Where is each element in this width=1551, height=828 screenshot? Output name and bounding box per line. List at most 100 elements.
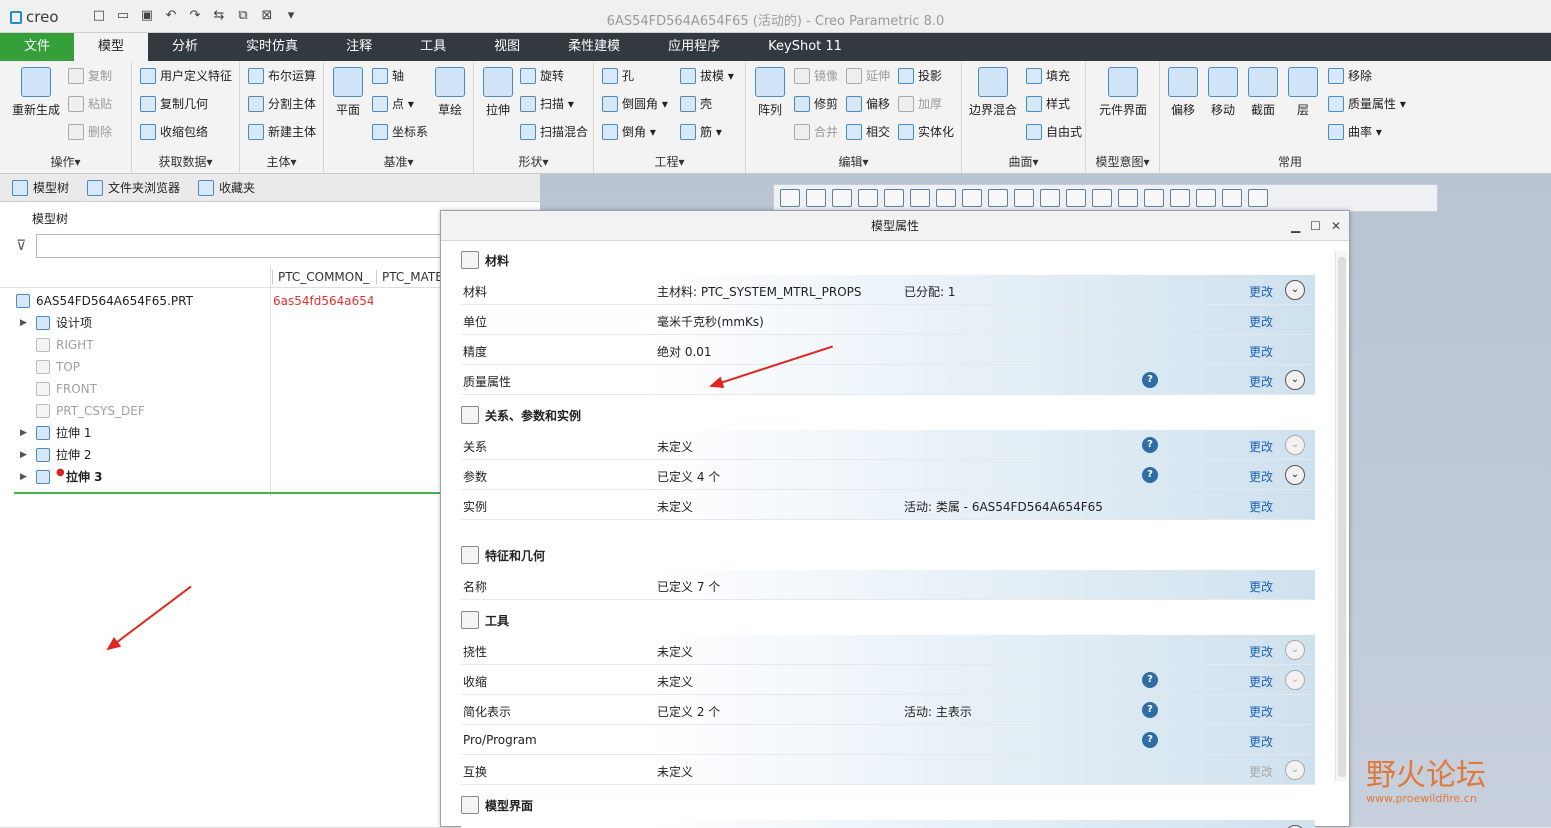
swept-blend-button[interactable]: 扫描混合: [520, 123, 588, 140]
info-icon[interactable]: ?: [1142, 437, 1158, 453]
column-ptc-common[interactable]: PTC_COMMON_: [272, 270, 369, 284]
csys-display-icon[interactable]: [1118, 189, 1138, 207]
shrinkwrap-button[interactable]: 收缩包络: [140, 123, 208, 140]
common-offset-button[interactable]: 偏移: [1164, 67, 1202, 118]
remove-button[interactable]: 移除: [1328, 67, 1372, 84]
sketch-button[interactable]: 草绘: [430, 67, 470, 118]
dialog-scrollbar[interactable]: [1335, 251, 1347, 781]
minimize-icon[interactable]: ▁: [1291, 211, 1300, 241]
fill-button[interactable]: 填充: [1026, 67, 1070, 84]
rib-button[interactable]: 筋 ▾: [680, 123, 722, 140]
plane-button[interactable]: 平面: [328, 67, 368, 118]
filter-icon[interactable]: ⊽: [16, 238, 26, 254]
expand-icon[interactable]: ⌄: [1285, 435, 1305, 455]
pause-icon[interactable]: [1222, 189, 1242, 207]
group-label-body[interactable]: 主体▾: [240, 153, 323, 170]
paste-button[interactable]: 粘贴: [68, 95, 112, 112]
thicken-button[interactable]: 加厚: [898, 95, 942, 112]
group-label-engineering[interactable]: 工程▾: [594, 153, 745, 170]
boolean-button[interactable]: 布尔运算: [248, 67, 316, 84]
regenerate-button[interactable]: 重新生成: [8, 67, 64, 118]
maximize-icon[interactable]: ☐: [1310, 211, 1321, 241]
info-icon[interactable]: ?: [1142, 702, 1158, 718]
section-button[interactable]: 截面: [1244, 67, 1282, 118]
stop-icon[interactable]: [1248, 189, 1268, 207]
network-icon[interactable]: [1170, 189, 1190, 207]
tree-filter-input[interactable]: [36, 234, 456, 258]
repaint-icon[interactable]: [858, 189, 878, 207]
shading-icon[interactable]: [884, 189, 904, 207]
move-button[interactable]: 移动: [1204, 67, 1242, 118]
curvature-button[interactable]: 曲率 ▾: [1328, 123, 1382, 140]
extrude-button[interactable]: 拉伸: [478, 67, 518, 118]
view-manager-icon[interactable]: [936, 189, 956, 207]
pattern-button[interactable]: 阵列: [752, 67, 788, 118]
merge-button[interactable]: 合并: [794, 123, 838, 140]
column-ptc-material[interactable]: PTC_MATE: [376, 270, 443, 284]
tab-keyshot[interactable]: KeyShot 11: [744, 33, 866, 61]
scroll-thumb[interactable]: [1338, 257, 1346, 777]
close-icon[interactable]: ✕: [1331, 211, 1341, 241]
new-body-button[interactable]: 新建主体: [248, 123, 316, 140]
shell-button[interactable]: 壳: [680, 95, 712, 112]
expand-icon[interactable]: ⌄: [1285, 280, 1305, 300]
point-button[interactable]: 点 ▾: [372, 95, 414, 112]
change-link[interactable]: 更改: [1249, 468, 1273, 485]
perspective-icon[interactable]: [962, 189, 982, 207]
group-label-datum[interactable]: 基准▾: [324, 153, 473, 170]
saved-views-icon[interactable]: [910, 189, 930, 207]
trim-button[interactable]: 修剪: [794, 95, 838, 112]
spin-center-icon[interactable]: [1144, 189, 1164, 207]
warning-display-icon[interactable]: [1196, 189, 1216, 207]
tab-model[interactable]: 模型: [74, 33, 149, 61]
tab-applications[interactable]: 应用程序: [644, 33, 744, 61]
refit-icon[interactable]: [780, 189, 800, 207]
project-button[interactable]: 投影: [898, 67, 942, 84]
freestyle-button[interactable]: 自由式: [1026, 123, 1082, 140]
tab-favorites[interactable]: 收藏夹: [198, 179, 255, 196]
tab-view[interactable]: 视图: [470, 33, 544, 61]
section-icon[interactable]: [988, 189, 1008, 207]
revolve-button[interactable]: 旋转: [520, 67, 564, 84]
expand-icon[interactable]: ⌄: [1285, 370, 1305, 390]
style-button[interactable]: 样式: [1026, 95, 1070, 112]
axis-display-icon[interactable]: [1066, 189, 1086, 207]
extend-button[interactable]: 延伸: [846, 67, 890, 84]
offset-button[interactable]: 偏移: [846, 95, 890, 112]
tab-tools[interactable]: 工具: [396, 33, 470, 61]
change-link[interactable]: 更改: [1249, 498, 1273, 515]
info-icon[interactable]: ?: [1142, 467, 1158, 483]
mirror-button[interactable]: 镜像: [794, 67, 838, 84]
expand-icon[interactable]: ⌄: [1285, 670, 1305, 690]
tab-flexible-modeling[interactable]: 柔性建模: [544, 33, 644, 61]
change-link[interactable]: 更改: [1249, 373, 1273, 390]
change-link[interactable]: 更改: [1249, 313, 1273, 330]
intersect-button[interactable]: 相交: [846, 123, 890, 140]
plane-display-icon[interactable]: [1040, 189, 1060, 207]
expand-icon[interactable]: ⌄: [1285, 465, 1305, 485]
tab-simulation[interactable]: 实时仿真: [222, 33, 322, 61]
draft-button[interactable]: 拔模 ▾: [680, 67, 734, 84]
zoom-out-icon[interactable]: [832, 189, 852, 207]
group-label-surfaces[interactable]: 曲面▾: [962, 153, 1085, 170]
udf-button[interactable]: 用户定义特征: [140, 67, 232, 84]
change-link[interactable]: 更改: [1249, 643, 1273, 660]
change-link[interactable]: 更改: [1249, 343, 1273, 360]
component-interface-button[interactable]: 元件界面: [1094, 67, 1152, 118]
info-icon[interactable]: ?: [1142, 732, 1158, 748]
tab-annotate[interactable]: 注释: [322, 33, 396, 61]
change-link[interactable]: 更改: [1249, 283, 1273, 300]
tab-model-tree[interactable]: 模型树: [12, 179, 69, 196]
chamfer-button[interactable]: 倒角 ▾: [602, 123, 656, 140]
tab-analysis[interactable]: 分析: [148, 33, 222, 61]
annotation-display-icon[interactable]: [1014, 189, 1034, 207]
info-icon[interactable]: ?: [1142, 672, 1158, 688]
point-display-icon[interactable]: [1092, 189, 1112, 207]
change-link[interactable]: 更改: [1249, 438, 1273, 455]
change-link[interactable]: 更改: [1249, 703, 1273, 720]
delete-button[interactable]: 删除: [68, 123, 112, 140]
copy-geometry-button[interactable]: 复制几何: [140, 95, 208, 112]
zoom-in-icon[interactable]: [806, 189, 826, 207]
copy-button[interactable]: 复制: [68, 67, 112, 84]
expand-icon[interactable]: ⌄: [1285, 640, 1305, 660]
